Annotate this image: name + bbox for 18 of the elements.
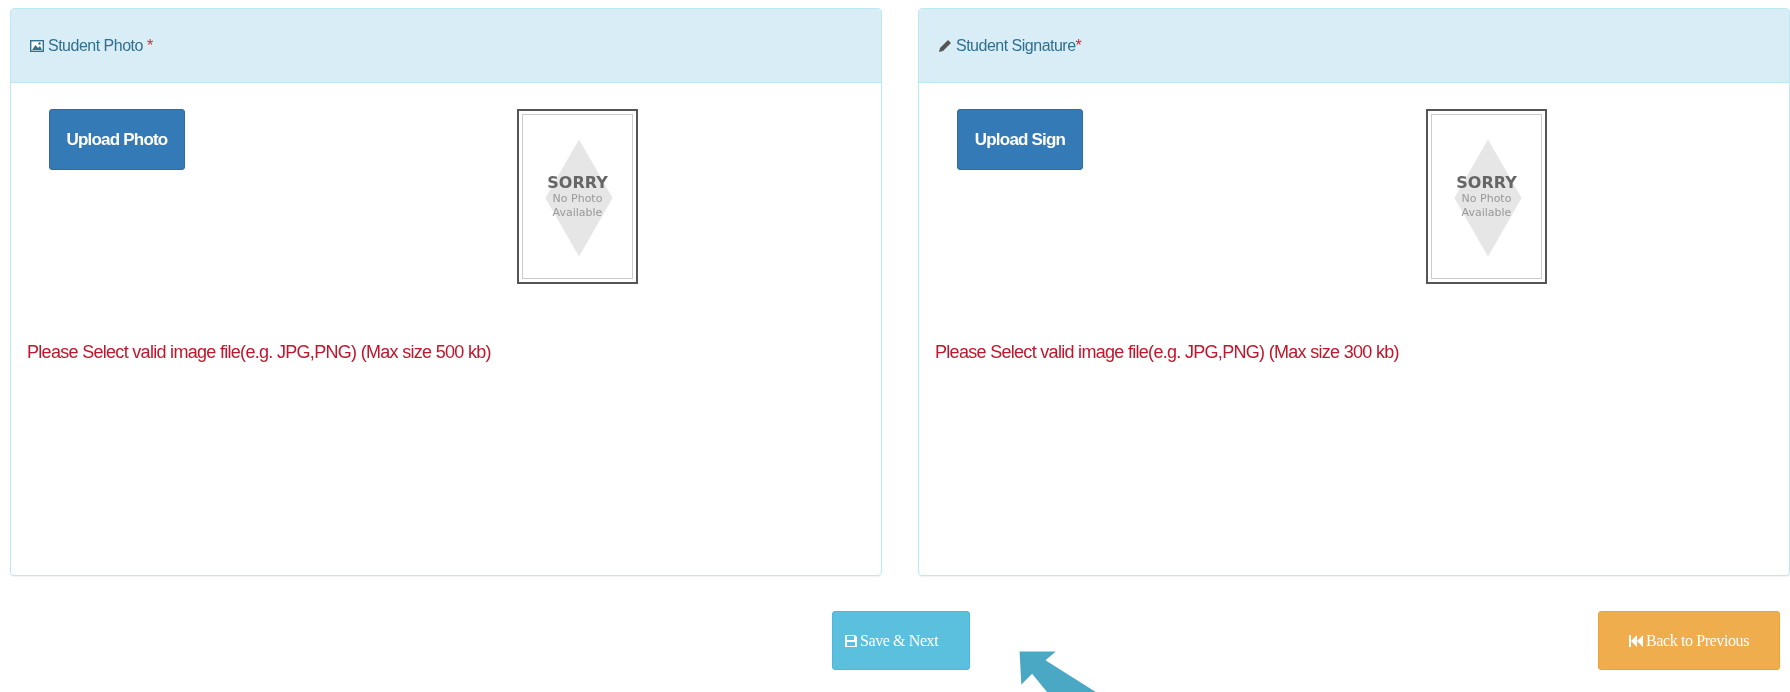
preview-text: No Photo <box>552 191 603 206</box>
validation-message: Please Select valid image file(e.g. JPG,PNG) (Max size 500 kb) <box>27 342 492 363</box>
fast-backward-icon <box>1629 634 1644 647</box>
save-icon <box>845 634 857 647</box>
picture-icon <box>30 39 44 52</box>
required-mark: * <box>146 36 153 55</box>
preview-text: No Photo <box>1461 191 1512 206</box>
pencil-icon <box>938 38 952 53</box>
preview-text: SORRY <box>547 172 608 192</box>
upload-button[interactable]: Upload Photo <box>49 109 185 170</box>
upload-button[interactable]: Upload Sign <box>957 109 1083 170</box>
panel-title: Student Photo <box>48 36 143 55</box>
preview-text: SORRY <box>1456 172 1517 192</box>
required-mark: * <box>1075 36 1082 55</box>
preview-text: Available <box>1461 206 1512 221</box>
panel-title: Student Signature <box>956 36 1076 55</box>
validation-message: Please Select valid image file(e.g. JPG,PNG) (Max size 300 kb) <box>935 342 1400 363</box>
preview-text: Available <box>552 206 603 221</box>
